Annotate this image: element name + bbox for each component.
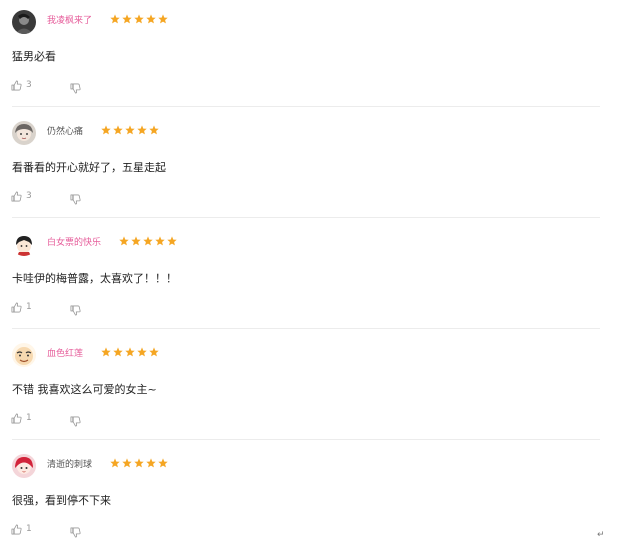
- like-button[interactable]: 3: [11, 78, 32, 92]
- divider: [12, 439, 600, 440]
- star-icon: [119, 236, 129, 246]
- star-icon: [110, 14, 120, 24]
- star-icon: [149, 125, 159, 135]
- dislike-button[interactable]: [70, 412, 81, 427]
- paragraph-return-mark: ↵: [597, 530, 605, 540]
- review-item: 我凌枫来了 猛男必看 3: [0, 0, 640, 111]
- divider: [12, 328, 600, 329]
- rating-stars: [119, 236, 177, 248]
- user-avatar[interactable]: [12, 121, 36, 145]
- star-icon: [134, 14, 144, 24]
- star-icon: [113, 347, 123, 357]
- star-icon: [167, 236, 177, 246]
- thumbs-down-icon: [70, 527, 81, 538]
- like-count: 1: [26, 413, 32, 423]
- star-icon: [155, 236, 165, 246]
- divider: [12, 217, 600, 218]
- star-icon: [149, 347, 159, 357]
- like-button[interactable]: 1: [11, 522, 32, 536]
- review-item: 清逝的刺球 很强，看到停不下来 1: [0, 444, 640, 555]
- star-icon: [158, 14, 168, 24]
- user-avatar[interactable]: [12, 10, 36, 34]
- username[interactable]: 清逝的刺球: [47, 459, 92, 471]
- like-count: 3: [26, 80, 32, 90]
- dislike-button[interactable]: [70, 190, 81, 205]
- star-icon: [101, 125, 111, 135]
- star-icon: [131, 236, 141, 246]
- rating-stars: [101, 125, 159, 137]
- star-icon: [125, 125, 135, 135]
- rating-stars: [110, 458, 168, 470]
- dislike-button[interactable]: [70, 301, 81, 316]
- thumbs-down-icon: [70, 194, 81, 205]
- thumbs-up-icon: [11, 191, 22, 201]
- username[interactable]: 血色红莲: [47, 348, 83, 360]
- star-icon: [125, 347, 135, 357]
- user-avatar[interactable]: [12, 343, 36, 367]
- thumbs-up-icon: [11, 524, 22, 534]
- rating-stars: [101, 347, 159, 359]
- thumbs-up-icon: [11, 302, 22, 312]
- like-count: 1: [26, 302, 32, 312]
- star-icon: [101, 347, 111, 357]
- thumbs-down-icon: [70, 83, 81, 94]
- star-icon: [113, 125, 123, 135]
- star-icon: [146, 458, 156, 468]
- review-text: 看番看的开心就好了，五星走起: [12, 161, 166, 174]
- review-text: 很强，看到停不下来: [12, 494, 111, 507]
- review-item: 仍然心痛 看番看的开心就好了，五星走起 3: [0, 111, 640, 222]
- cartoon-face-avatar-icon: [12, 343, 36, 367]
- chibi-avatar-icon: [12, 232, 36, 256]
- review-text: 猛男必看: [12, 50, 56, 63]
- star-icon: [122, 458, 132, 468]
- dislike-button[interactable]: [70, 79, 81, 94]
- star-icon: [143, 236, 153, 246]
- thumbs-up-icon: [11, 413, 22, 423]
- star-icon: [137, 125, 147, 135]
- review-text: 不错 我喜欢这么可爱的女主~: [12, 383, 157, 396]
- username[interactable]: 白女票的快乐: [47, 237, 101, 249]
- username[interactable]: 仍然心痛: [47, 126, 83, 138]
- review-text: 卡哇伊的梅普露，太喜欢了！！！: [12, 272, 177, 285]
- anime-girl-avatar-icon: [12, 121, 36, 145]
- user-avatar[interactable]: [12, 232, 36, 256]
- like-button[interactable]: 1: [11, 411, 32, 425]
- red-hair-avatar-icon: [12, 454, 36, 478]
- user-avatar[interactable]: [12, 454, 36, 478]
- like-button[interactable]: 1: [11, 300, 32, 314]
- dislike-button[interactable]: [70, 523, 81, 538]
- like-button[interactable]: 3: [11, 189, 32, 203]
- star-icon: [122, 14, 132, 24]
- like-count: 3: [26, 191, 32, 201]
- star-icon: [110, 458, 120, 468]
- star-icon: [158, 458, 168, 468]
- rating-stars: [110, 14, 168, 26]
- like-count: 1: [26, 524, 32, 534]
- review-item: 血色红莲 不错 我喜欢这么可爱的女主~ 1: [0, 333, 640, 444]
- thumbs-up-icon: [11, 80, 22, 90]
- star-icon: [146, 14, 156, 24]
- thumbs-down-icon: [70, 416, 81, 427]
- dark-portrait-avatar-icon: [12, 10, 36, 34]
- username[interactable]: 我凌枫来了: [47, 15, 92, 27]
- divider: [12, 106, 600, 107]
- thumbs-down-icon: [70, 305, 81, 316]
- review-item: 白女票的快乐 卡哇伊的梅普露，太喜欢了！！！ 1: [0, 222, 640, 333]
- star-icon: [137, 347, 147, 357]
- star-icon: [134, 458, 144, 468]
